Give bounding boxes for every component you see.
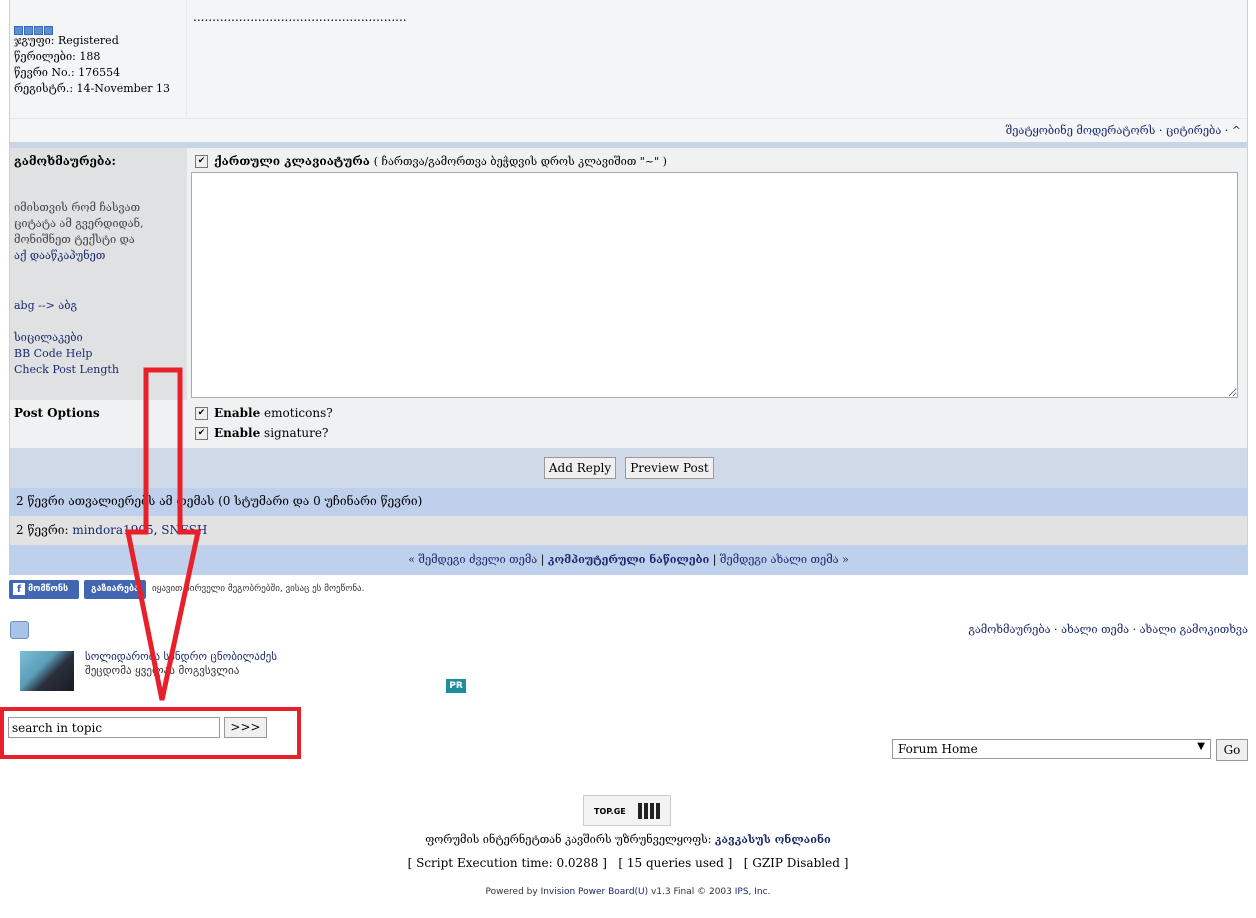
smilies-link[interactable]: სიცილაკები <box>14 330 183 346</box>
facebook-icon: f <box>13 582 25 595</box>
report-link[interactable]: შეატყობინე მოდერატორს <box>1006 124 1156 137</box>
signature-label: signature? <box>260 426 329 440</box>
forum-link[interactable]: კომპიუტერული ნაწილები <box>548 553 709 566</box>
check-length-link[interactable]: Check Post Length <box>14 362 183 378</box>
post-author-cell: ჯგუფი: Registered წერილები: 188 წევრი No… <box>10 0 187 118</box>
member-registered: რეგისტრ.: 14-November 13 <box>14 82 170 95</box>
reply-label: გამოხმაურება: <box>14 154 116 168</box>
forum-jump-select[interactable]: Forum Home ▼ <box>892 739 1211 759</box>
quote-hint-link[interactable]: აქ დააწკაპუნეთ <box>14 249 105 262</box>
quote-hint: იმისთვის რომ ჩასვათ ციტატა ამ გვერდიდან,… <box>14 201 144 246</box>
bbcode-help-link[interactable]: BB Code Help <box>14 346 183 362</box>
provider-prefix: ფორუმის ინტერნეტთან კავშირს უზრუნველყოფს… <box>425 833 715 846</box>
ips-link[interactable]: IPS, Inc. <box>735 887 771 897</box>
fb-share-button[interactable]: გაზიარება <box>84 580 146 599</box>
ipb-link[interactable]: Invision Power Board(U) <box>541 887 649 897</box>
abg-link[interactable]: abg --> აბგ <box>14 298 183 314</box>
separator: · <box>1221 124 1232 137</box>
pr-badge: PR <box>446 679 466 693</box>
emoticons-checkbox[interactable]: ✔ <box>195 407 208 420</box>
provider-link[interactable]: კავკასუს ონლაინი <box>715 833 831 846</box>
members-prefix: 2 წევრი: <box>16 523 73 537</box>
stats-line: [ Script Execution time: 0.0288 ] [ 15 q… <box>0 856 1256 870</box>
quote-link[interactable]: ციტირება <box>1166 124 1221 137</box>
news-thumbnail[interactable] <box>20 651 74 691</box>
post-options-label-cell: Post Options <box>10 400 187 448</box>
topic-options-icon[interactable] <box>10 621 29 639</box>
top-link[interactable]: ^ <box>1232 124 1241 137</box>
emoticons-bold: Enable <box>214 406 261 420</box>
post-actions-row: შეატყობინე მოდერატორს · ციტირება · ^ <box>10 118 1247 142</box>
enable-emoticons[interactable]: ✔ Enable emoticons? <box>195 406 333 420</box>
reply-textarea[interactable] <box>191 172 1238 398</box>
keyboard-hint: ( ჩართვა/გამორთვა ბეჭდვის დროს კლავიშით … <box>373 155 667 168</box>
powered-suffix: v1.3 Final © 2003 <box>648 887 735 897</box>
separator: · <box>1155 124 1166 137</box>
emoticons-label: emoticons? <box>260 406 333 420</box>
gzip: [ GZIP Disabled ] <box>743 856 849 870</box>
member-posts: წერილები: 188 <box>14 50 101 63</box>
member-link[interactable]: SNESH <box>161 523 207 537</box>
powered-prefix: Powered by <box>485 887 541 897</box>
dropdown-arrow-icon: ▼ <box>1197 741 1205 752</box>
fb-like-button[interactable]: f მომწონს <box>9 580 79 599</box>
counter-logo-text: TOP.GE <box>594 807 626 816</box>
member-group: ჯგუფი: Registered <box>14 34 119 47</box>
new-topic-link[interactable]: ახალი თემა <box>1061 623 1129 636</box>
signature-bold: Enable <box>214 426 261 440</box>
older-topic-link[interactable]: « შემდეგი ძველი თემა <box>408 553 537 566</box>
search-topic-input[interactable] <box>8 717 220 738</box>
viewers-members-row: 2 წევრი: mindora1905, SNESH <box>10 516 1247 545</box>
topic-nav-row: « შემდეგი ძველი თემა | კომპიუტერული ნაწი… <box>10 545 1247 575</box>
provider-line: ფორუმის ინტერნეტთან კავშირს უზრუნველყოფს… <box>0 833 1256 846</box>
keyboard-toggle[interactable]: ✔ ქართული კლავიატურა ( ჩართვა/გამორთვა ბე… <box>195 154 667 168</box>
go-button[interactable]: Go <box>1216 739 1248 761</box>
add-reply-button[interactable]: Add Reply <box>544 457 616 479</box>
viewers-summary: 2 წევრი ათვალიერებს ამ თემას (0 სტუმარი … <box>16 494 423 508</box>
keyboard-label: ქართული კლავიატურა <box>214 154 370 168</box>
newer-topic-link[interactable]: შემდეგი ახალი თემა » <box>720 553 849 566</box>
reply-sidebar: გამოხმაურება: იმისთვის რომ ჩასვათ ციტატა… <box>10 148 187 400</box>
news-link[interactable]: სოლიდარობა სანდრო ცნობილაძეს <box>85 650 277 664</box>
member-number: წევრი No.: 176554 <box>14 66 121 79</box>
bars-icon <box>638 803 660 819</box>
post-signature-dots: ........................................… <box>193 10 407 24</box>
keyboard-checkbox[interactable]: ✔ <box>195 155 208 168</box>
jump-selected: Forum Home <box>898 742 978 756</box>
powered-line: Powered by Invision Power Board(U) v1.3 … <box>0 887 1256 897</box>
separator: · <box>1129 623 1140 636</box>
separator: · <box>1050 623 1062 636</box>
viewers-row: 2 წევრი ათვალიერებს ამ თემას (0 სტუმარი … <box>10 488 1247 516</box>
exec-time: [ Script Execution time: 0.0288 ] <box>407 856 607 870</box>
new-poll-link[interactable]: ახალი გამოკითხვა <box>1140 623 1248 636</box>
topic-actions: გამოხმაურება · ახალი თემა · ახალი გამოკი… <box>968 623 1248 636</box>
social-text: იყავით პირველი მეგობრებში, ვისაც ეს მოეწ… <box>152 584 365 594</box>
signature-checkbox[interactable]: ✔ <box>195 427 208 440</box>
post-options-label: Post Options <box>14 406 100 420</box>
enable-signature[interactable]: ✔ Enable signature? <box>195 426 328 440</box>
queries: [ 15 queries used ] <box>618 856 733 870</box>
search-topic-button[interactable]: >>> <box>224 717 267 738</box>
preview-post-button[interactable]: Preview Post <box>625 457 714 479</box>
reply-link[interactable]: გამოხმაურება <box>968 623 1050 636</box>
member-link[interactable]: mindora1905 <box>72 523 153 537</box>
news-subtitle: შეცდომა ყველას მოგვსვლია <box>85 664 240 677</box>
like-label: მომწონს <box>28 584 69 594</box>
top-ge-counter[interactable]: TOP.GE <box>583 795 671 826</box>
